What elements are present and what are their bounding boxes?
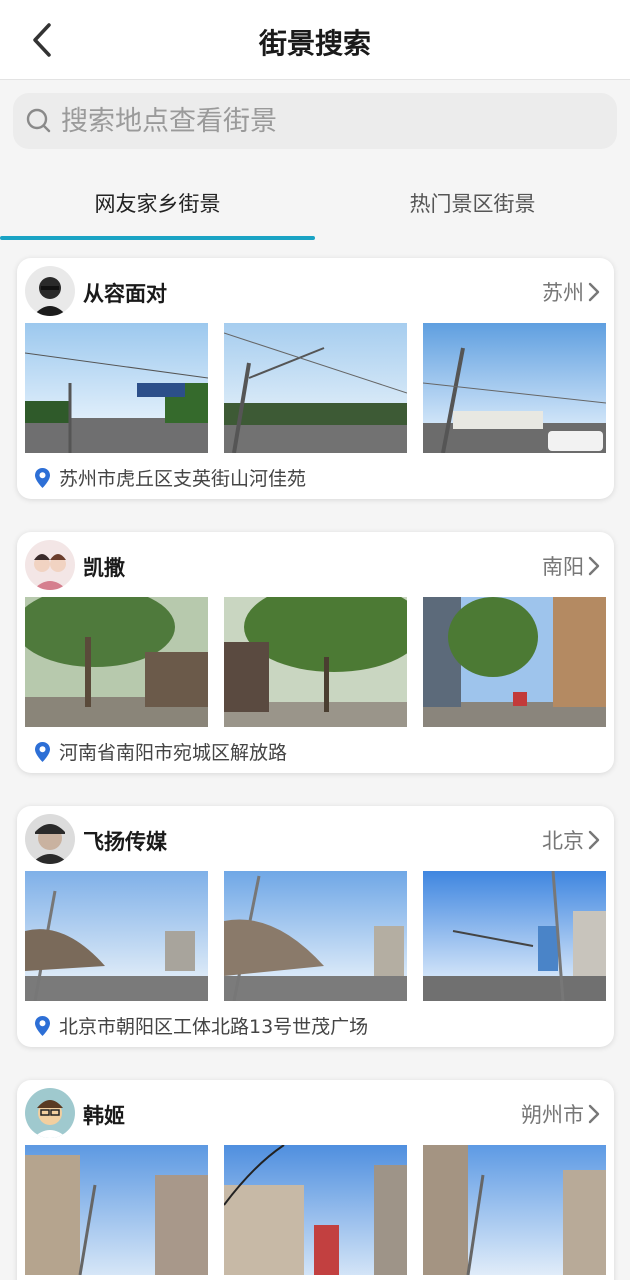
location-pin-icon (35, 467, 50, 488)
streetview-thumbnail[interactable] (224, 871, 407, 1001)
search-icon (26, 108, 51, 133)
address-text: 河南省南阳市宛城区解放路 (59, 742, 288, 764)
streetview-thumbnail[interactable] (423, 1145, 606, 1275)
streetview-thumbnail[interactable] (224, 323, 407, 453)
chevron-right-icon (588, 830, 600, 850)
avatar[interactable] (25, 266, 75, 316)
streetview-thumbnail[interactable] (25, 871, 208, 1001)
streetview-thumbnail[interactable] (423, 597, 606, 727)
streetview-thumbnail[interactable] (224, 597, 407, 727)
username: 凯撒 (83, 556, 125, 580)
avatar[interactable] (25, 1088, 75, 1138)
page-title: 街景搜索 (258, 27, 371, 60)
username: 韩姬 (83, 1104, 125, 1128)
streetview-thumbnail[interactable] (224, 1145, 407, 1275)
thumbnail-row (25, 323, 606, 453)
streetview-card[interactable]: 从容面对 苏州 苏州市虎丘区支英街山河佳苑 (17, 258, 614, 499)
city-label: 北京 (542, 829, 584, 853)
tab-hometown-streetview[interactable]: 网友家乡街景 (0, 188, 315, 218)
address-row: 北京市朝阳区工体北路13号世茂广场 (34, 1012, 368, 1039)
chevron-right-icon (588, 556, 600, 576)
streetview-card[interactable]: 韩姬 朔州市 (17, 1080, 614, 1280)
top-bar: 街景搜索 (0, 0, 630, 80)
streetview-thumbnail[interactable] (423, 871, 606, 1001)
chevron-right-icon (588, 1104, 600, 1124)
streetview-card[interactable]: 飞扬传媒 北京 北京市朝阳区工体北路13号世茂广场 (17, 806, 614, 1047)
streetview-card[interactable]: 凯撒 南阳 河南省南阳市宛城区解放路 (17, 532, 614, 773)
streetview-thumbnail[interactable] (423, 323, 606, 453)
search-input[interactable] (61, 105, 601, 137)
address-row: 河南省南阳市宛城区解放路 (34, 738, 287, 765)
username: 从容面对 (83, 282, 167, 306)
streetview-thumbnail[interactable] (25, 323, 208, 453)
active-tab-indicator (0, 236, 315, 240)
avatar[interactable] (25, 540, 75, 590)
location-pin-icon (35, 1015, 50, 1036)
city-label: 朔州市 (521, 1103, 584, 1127)
avatar[interactable] (25, 814, 75, 864)
location-pin-icon (35, 741, 50, 762)
search-bar[interactable] (13, 93, 617, 149)
city-link[interactable]: 北京 (542, 825, 600, 855)
thumbnail-row (25, 1145, 606, 1275)
city-label: 南阳 (542, 555, 584, 579)
tab-popular-scenic-streetview[interactable]: 热门景区街景 (315, 188, 630, 218)
streetview-thumbnail[interactable] (25, 597, 208, 727)
city-link[interactable]: 南阳 (542, 551, 600, 581)
address-row: 苏州市虎丘区支英街山河佳苑 (34, 464, 306, 491)
streetview-thumbnail[interactable] (25, 1145, 208, 1275)
address-text: 北京市朝阳区工体北路13号世茂广场 (59, 1016, 369, 1038)
address-text: 苏州市虎丘区支英街山河佳苑 (59, 468, 307, 490)
username: 飞扬传媒 (83, 830, 167, 854)
city-label: 苏州 (542, 281, 584, 305)
thumbnail-row (25, 597, 606, 727)
city-link[interactable]: 苏州 (542, 277, 600, 307)
tab-bar: 网友家乡街景 热门景区街景 (0, 170, 630, 242)
city-link[interactable]: 朔州市 (521, 1099, 600, 1129)
chevron-right-icon (588, 282, 600, 302)
thumbnail-row (25, 871, 606, 1001)
